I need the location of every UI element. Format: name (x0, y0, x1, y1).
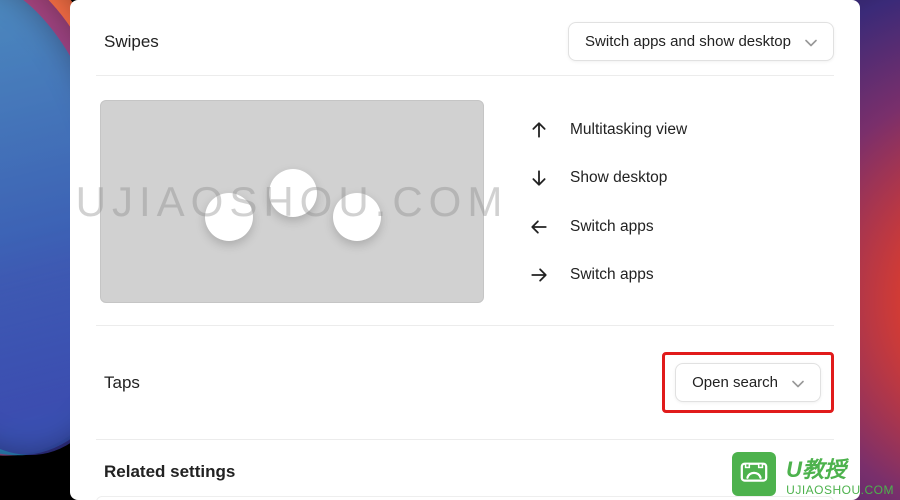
gesture-label: Show desktop (570, 169, 667, 187)
touchpad-illustration: UJIAOSHOU.COM (100, 100, 484, 303)
row-taps: Taps Open search (96, 326, 834, 440)
arrow-up-icon (530, 121, 548, 139)
gesture-left: Switch apps (530, 218, 687, 236)
gesture-label: Switch apps (570, 266, 654, 284)
gesture-up: Multitasking view (530, 121, 687, 139)
swipes-label: Swipes (96, 32, 246, 52)
arrow-left-icon (530, 218, 548, 236)
finger-dot-icon (205, 193, 253, 241)
row-gestures: UJIAOSHOU.COM Multitasking view Show des… (96, 76, 834, 326)
related-settings-item[interactable] (96, 496, 834, 500)
taps-label: Taps (96, 373, 246, 393)
finger-dot-icon (333, 193, 381, 241)
chevron-down-icon (805, 36, 817, 48)
gesture-label: Switch apps (570, 218, 654, 236)
gesture-down: Show desktop (530, 169, 687, 187)
arrow-down-icon (530, 169, 548, 187)
gesture-list: Multitasking view Show desktop Switch ap… (530, 100, 687, 303)
taps-highlight: Open search (662, 352, 834, 413)
swipes-dropdown[interactable]: Switch apps and show desktop (568, 22, 834, 61)
finger-dot-icon (269, 169, 317, 217)
chevron-down-icon (792, 377, 804, 389)
row-swipes: Swipes Switch apps and show desktop (96, 0, 834, 76)
swipes-dropdown-value: Switch apps and show desktop (585, 33, 791, 50)
gesture-label: Multitasking view (570, 121, 687, 139)
related-settings-heading: Related settings (96, 440, 834, 490)
settings-panel: Swipes Switch apps and show desktop UJIA… (70, 0, 860, 500)
gesture-right: Switch apps (530, 266, 687, 284)
arrow-right-icon (530, 266, 548, 284)
taps-dropdown[interactable]: Open search (675, 363, 821, 402)
taps-dropdown-value: Open search (692, 374, 778, 391)
